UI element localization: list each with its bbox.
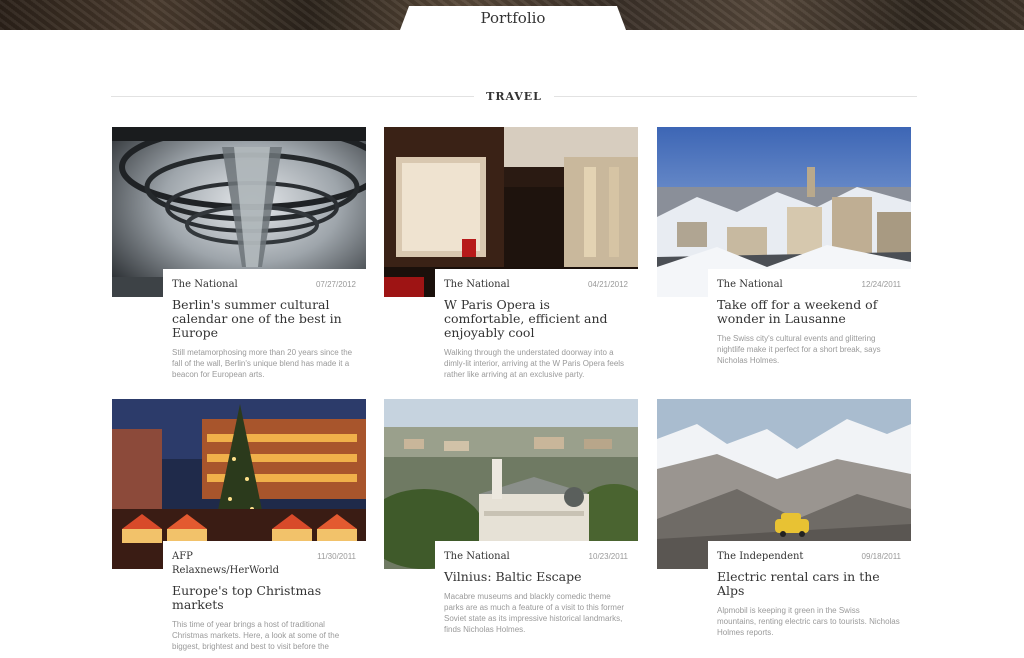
card-source: The Independent: [717, 551, 804, 562]
tab-label: Portfolio: [480, 9, 546, 27]
card-source: The National: [717, 279, 783, 290]
card-meta: The National 04/21/2012 W Paris Opera is…: [435, 269, 638, 380]
tab-portfolio[interactable]: Portfolio: [400, 6, 626, 30]
card-description: This time of year brings a host of tradi…: [172, 620, 340, 651]
card-date: 10/23/2011: [588, 552, 628, 561]
section-heading: TRAVEL: [111, 86, 917, 106]
card-meta: The Independent 09/18/2011 Electric rent…: [708, 541, 911, 638]
card-meta: The National 10/23/2011 Vilnius: Baltic …: [435, 541, 638, 635]
card-date: 07/27/2012: [315, 280, 356, 289]
card-source: The National: [444, 551, 510, 562]
card-meta: The National 07/27/2012 Berlin's summer …: [163, 269, 366, 380]
divider-left: [111, 95, 475, 97]
card-title[interactable]: Europe's top Christmas markets: [172, 584, 356, 612]
card-description: Alpmobil is keeping it green in the Swis…: [717, 606, 900, 637]
card-title[interactable]: Take off for a weekend of wonder in Laus…: [717, 298, 901, 326]
card-description: Macabre museums and blackly comedic them…: [444, 592, 625, 634]
card-source: The National: [444, 279, 510, 290]
card-source: AFP Relaxnews/HerWorld: [172, 551, 280, 576]
card-date: 04/21/2012: [587, 280, 628, 289]
card-title[interactable]: W Paris Opera is comfortable, efficient …: [444, 298, 628, 340]
card-date: 09/18/2011: [861, 552, 901, 561]
card-title[interactable]: Electric rental cars in the Alps: [717, 570, 901, 598]
card-source: The National: [172, 279, 238, 290]
card-meta: The National 12/24/2011 Take off for a w…: [708, 269, 911, 366]
card-title[interactable]: Berlin's summer cultural calendar one of…: [172, 298, 356, 340]
card-title[interactable]: Vilnius: Baltic Escape: [444, 570, 628, 584]
card-description: Walking through the understated doorway …: [444, 348, 625, 379]
card-date: 12/24/2011: [861, 280, 901, 289]
card-description: Still metamorphosing more than 20 years …: [172, 348, 353, 379]
divider-right: [553, 95, 917, 97]
card-meta: AFP Relaxnews/HerWorld 11/30/2011 Europe…: [163, 541, 366, 652]
card-description: The Swiss city's cultural events and gli…: [717, 334, 881, 365]
card-date: 11/30/2011: [317, 552, 356, 561]
section-label: TRAVEL: [486, 89, 542, 103]
